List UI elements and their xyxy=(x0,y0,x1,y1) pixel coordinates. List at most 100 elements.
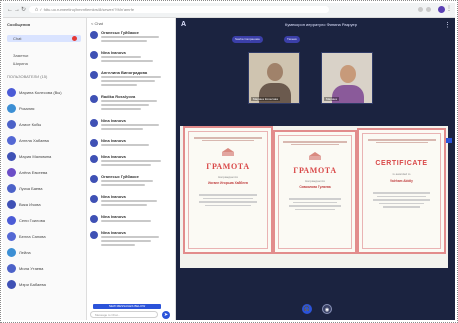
message-text-line xyxy=(101,244,135,246)
message-text-line xyxy=(101,240,151,242)
user-item[interactable]: Розалия xyxy=(7,104,85,114)
user-item[interactable]: Мэри Бабаева xyxy=(7,280,85,290)
user-item[interactable]: Мила Утаева xyxy=(7,264,85,274)
avatar xyxy=(7,104,16,113)
webcam-tile[interactable]: Марина Колесова xyxy=(248,52,300,104)
reload-icon[interactable]: ↻ xyxy=(21,7,26,13)
message-author: Ангелина Виноградова xyxy=(101,70,148,75)
chat-message: Nina Ivanova xyxy=(90,230,172,250)
audio-icon[interactable]: 🎧 xyxy=(302,304,312,314)
sidebar-item-label: Заметки xyxy=(13,53,29,58)
user-item[interactable]: Ангела Хабаева xyxy=(7,136,85,146)
chat-message: Ангелина Виноградова xyxy=(90,70,172,90)
profile-avatar[interactable] xyxy=(438,6,445,13)
message-text-line xyxy=(101,60,153,62)
message-text-line xyxy=(101,180,153,182)
message-text-line xyxy=(101,160,161,162)
user-item[interactable]: Марина Колесова (Вы) xyxy=(7,88,85,98)
extension-icon[interactable] xyxy=(426,7,431,12)
chat-panel: < Chat Оганесья Гуйбакое Nina Ivanova Анге… xyxy=(87,18,176,320)
user-name: Алисе Кобы xyxy=(19,122,42,127)
message-author: Оганесья Гуйбакое xyxy=(101,30,139,35)
chat-message: Nina Ivanova xyxy=(90,138,172,150)
sidebar-item-chat[interactable]: Chat xyxy=(7,35,81,42)
send-icon[interactable]: ➤ xyxy=(162,311,170,319)
sidebar-item-notes[interactable]: Заметки xyxy=(7,52,81,59)
certificate-recipient-label: Награждается xyxy=(305,179,325,183)
user-item[interactable]: Сени Гоилова xyxy=(7,216,85,226)
person-head xyxy=(340,65,356,83)
avatar xyxy=(7,152,16,161)
avatar xyxy=(90,71,98,79)
certificate-card: ГРАМОТА Награждается Сивоилова Гуляева xyxy=(273,130,357,254)
avatar xyxy=(7,168,16,177)
user-item[interactable]: Алисе Кобы xyxy=(7,120,85,130)
message-text-line xyxy=(101,108,141,110)
app-logo: A xyxy=(181,21,187,28)
avatar xyxy=(90,95,98,103)
avatar xyxy=(90,51,98,59)
webcam-toggle-icon[interactable]: ◉ xyxy=(322,304,332,314)
sidebar-item-label: Chat xyxy=(13,36,22,41)
screenshot-frame: ← → ↻ Ô ✓ fdtu.uo.rumeetinq/hmrnfiemkrs/… xyxy=(0,0,458,323)
user-item[interactable]: Мария Малявина xyxy=(7,152,85,162)
avatar xyxy=(7,280,16,289)
user-item[interactable]: Вика Ичова xyxy=(7,200,85,210)
user-item[interactable]: Алёна Евсеева xyxy=(7,168,85,178)
user-item[interactable]: Луиза Баева xyxy=(7,184,85,194)
user-name: Вика Ичова xyxy=(19,202,41,207)
certificate-header xyxy=(283,140,347,146)
presenter-pill[interactable]: Тахеев xyxy=(284,36,300,43)
certificate-body-text xyxy=(289,196,341,212)
sidebar-item-label: Ширина xyxy=(13,61,28,66)
chat-input[interactable]: Message to Chat... xyxy=(90,311,158,318)
presenter-pill[interactable]: Sasha Сапранова xyxy=(232,36,263,43)
chat-message: Nina Ivanova xyxy=(90,118,172,134)
avatar xyxy=(90,119,98,127)
presenter-name: Тахеев xyxy=(287,37,297,41)
message-author: Оганесья Гуйбакое xyxy=(101,174,139,179)
avatar xyxy=(7,88,16,97)
user-name: Розалия xyxy=(19,106,35,111)
chat-message: Nina Ivanova xyxy=(90,214,172,226)
message-text-line xyxy=(101,56,141,58)
certificate-header xyxy=(193,136,263,142)
certificate-header xyxy=(367,138,436,144)
forward-icon[interactable]: → xyxy=(14,7,20,13)
person-body xyxy=(332,85,364,103)
new-messages-button[interactable]: NEW MESSAGES BELOW xyxy=(93,304,161,309)
user-item[interactable]: Лейла xyxy=(7,248,85,258)
webcam-tile[interactable]: Марина xyxy=(321,52,373,104)
options-icon[interactable]: ⋮ xyxy=(444,21,451,29)
avatar xyxy=(7,264,16,273)
message-text-line xyxy=(101,220,151,222)
chat-header[interactable]: < Chat xyxy=(91,21,103,26)
message-text-line xyxy=(101,84,137,86)
user-name: Сени Гоилова xyxy=(19,218,45,223)
certificate-recipient-name: Иоганн Игорьма Хайбеев xyxy=(208,181,248,185)
participant-name: Марина xyxy=(324,97,339,101)
menu-icon[interactable]: ⋮ xyxy=(446,6,452,12)
sidebar-item-width[interactable]: Ширина xyxy=(7,60,81,67)
message-text-line xyxy=(101,124,159,126)
browser-toolbar: ← → ↻ Ô ✓ fdtu.uo.rumeetinq/hmrnfiemkrs/… xyxy=(3,3,455,18)
back-icon[interactable]: ← xyxy=(7,7,13,13)
message-text-line xyxy=(101,40,147,42)
user-name: Мэри Бабаева xyxy=(19,282,46,287)
avatar xyxy=(90,155,98,163)
certificate-recipient-label: is awarded to xyxy=(392,172,411,176)
avatar xyxy=(7,200,16,209)
avatar xyxy=(90,139,98,147)
certificate-title: ГРАМОТА xyxy=(293,166,337,175)
avatar xyxy=(90,231,98,239)
chat-message: Nina Ivanova xyxy=(90,154,172,170)
certificate-body-text xyxy=(373,190,430,210)
address-bar[interactable]: Ô ✓ fdtu.uo.rumeetinq/hmrnfiemkrs/8/sewe… xyxy=(29,6,329,13)
users-section-label: ПОЛЬЗОВАТЕЛИ (15) xyxy=(7,74,48,79)
avatar xyxy=(7,232,16,241)
presentation-toggle-icon[interactable] xyxy=(446,138,452,143)
avatar xyxy=(7,216,16,225)
presenter-name: Sasha Сапранова xyxy=(235,37,260,41)
extension-icon[interactable] xyxy=(418,7,423,12)
user-item[interactable]: Белла Сапова xyxy=(7,232,85,242)
